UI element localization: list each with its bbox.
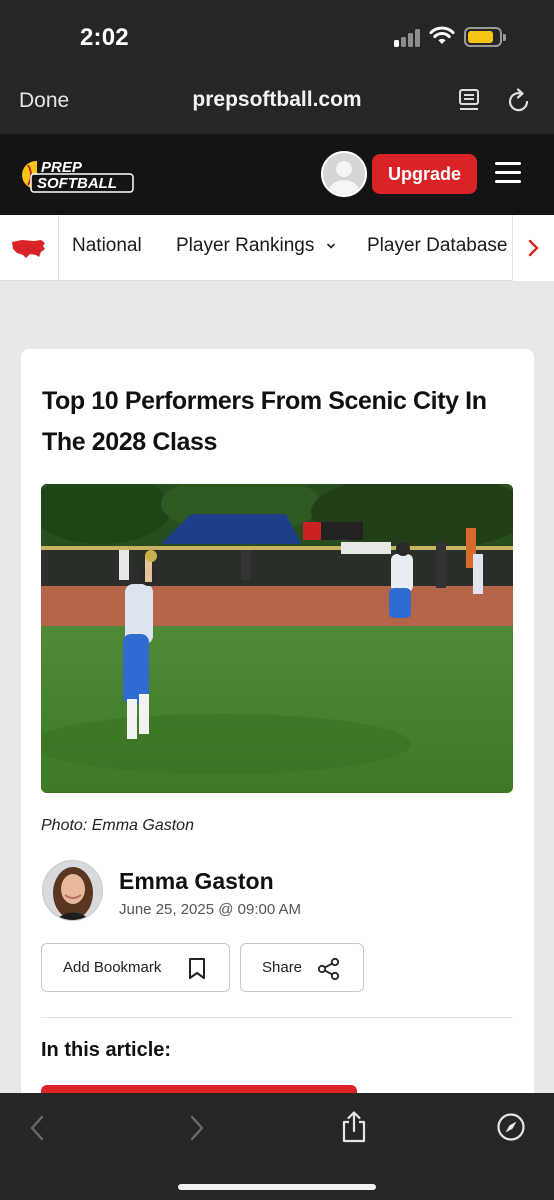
- user-placeholder-icon: [329, 161, 359, 195]
- add-bookmark-label: Add Bookmark: [63, 959, 162, 976]
- photo-caption: Photo: Emma Gaston: [41, 817, 194, 834]
- svg-text:SOFTBALL: SOFTBALL: [37, 175, 117, 192]
- browser-top-bar: Done prepsoftball.com: [0, 72, 554, 134]
- share-button[interactable]: Share: [240, 943, 364, 992]
- share-nodes-icon: [317, 957, 340, 981]
- us-map-icon[interactable]: [10, 237, 48, 261]
- divider: [41, 1017, 513, 1018]
- reload-icon[interactable]: [507, 88, 531, 114]
- nav-item-label: Player Rankings: [176, 235, 315, 256]
- share-label: Share: [262, 959, 303, 976]
- nav-divider: [58, 215, 59, 281]
- status-time: 2:02: [80, 24, 129, 51]
- nav-item-player-database[interactable]: Player Database: [367, 235, 507, 257]
- browser-bottom-toolbar: [0, 1093, 554, 1200]
- bookmark-icon: [189, 958, 205, 979]
- wifi-icon: [429, 26, 455, 44]
- upgrade-button[interactable]: Upgrade: [372, 154, 477, 194]
- toc-heading: In this article:: [41, 1039, 172, 1061]
- forward-arrow-icon[interactable]: [188, 1114, 206, 1142]
- nav-item-national[interactable]: National: [72, 235, 142, 257]
- author-photo: [43, 861, 102, 920]
- author-name[interactable]: Emma Gaston: [119, 868, 274, 895]
- user-avatar[interactable]: [321, 151, 367, 197]
- section-nav: National Player Rankings Player Database: [0, 215, 554, 281]
- compass-icon[interactable]: [496, 1112, 526, 1142]
- nav-scroll-right-button[interactable]: [512, 215, 554, 281]
- nav-item-player-rankings[interactable]: Player Rankings: [176, 235, 336, 257]
- chevron-down-icon: [326, 243, 335, 249]
- chevron-right-icon: [528, 239, 539, 257]
- publish-date: June 25, 2025 @ 09:00 AM: [119, 901, 302, 918]
- status-bar: 2:02: [0, 0, 554, 72]
- article-card: Top 10 Performers From Scenic City In Th…: [21, 349, 534, 1109]
- home-indicator: [178, 1184, 376, 1190]
- add-bookmark-button[interactable]: Add Bookmark: [41, 943, 230, 992]
- done-button[interactable]: Done: [19, 89, 69, 113]
- back-arrow-icon[interactable]: [28, 1114, 46, 1142]
- share-icon[interactable]: [339, 1110, 369, 1144]
- hamburger-menu-icon[interactable]: [495, 162, 521, 184]
- battery-icon: [464, 27, 506, 47]
- author-avatar[interactable]: [42, 860, 103, 921]
- cellular-signal-icon: [394, 29, 422, 47]
- prep-softball-logo[interactable]: PREP SOFTBALL: [21, 156, 135, 194]
- article-photo[interactable]: [41, 484, 513, 793]
- reader-mode-icon[interactable]: [458, 88, 480, 112]
- article-title: Top 10 Performers From Scenic City In Th…: [42, 387, 487, 456]
